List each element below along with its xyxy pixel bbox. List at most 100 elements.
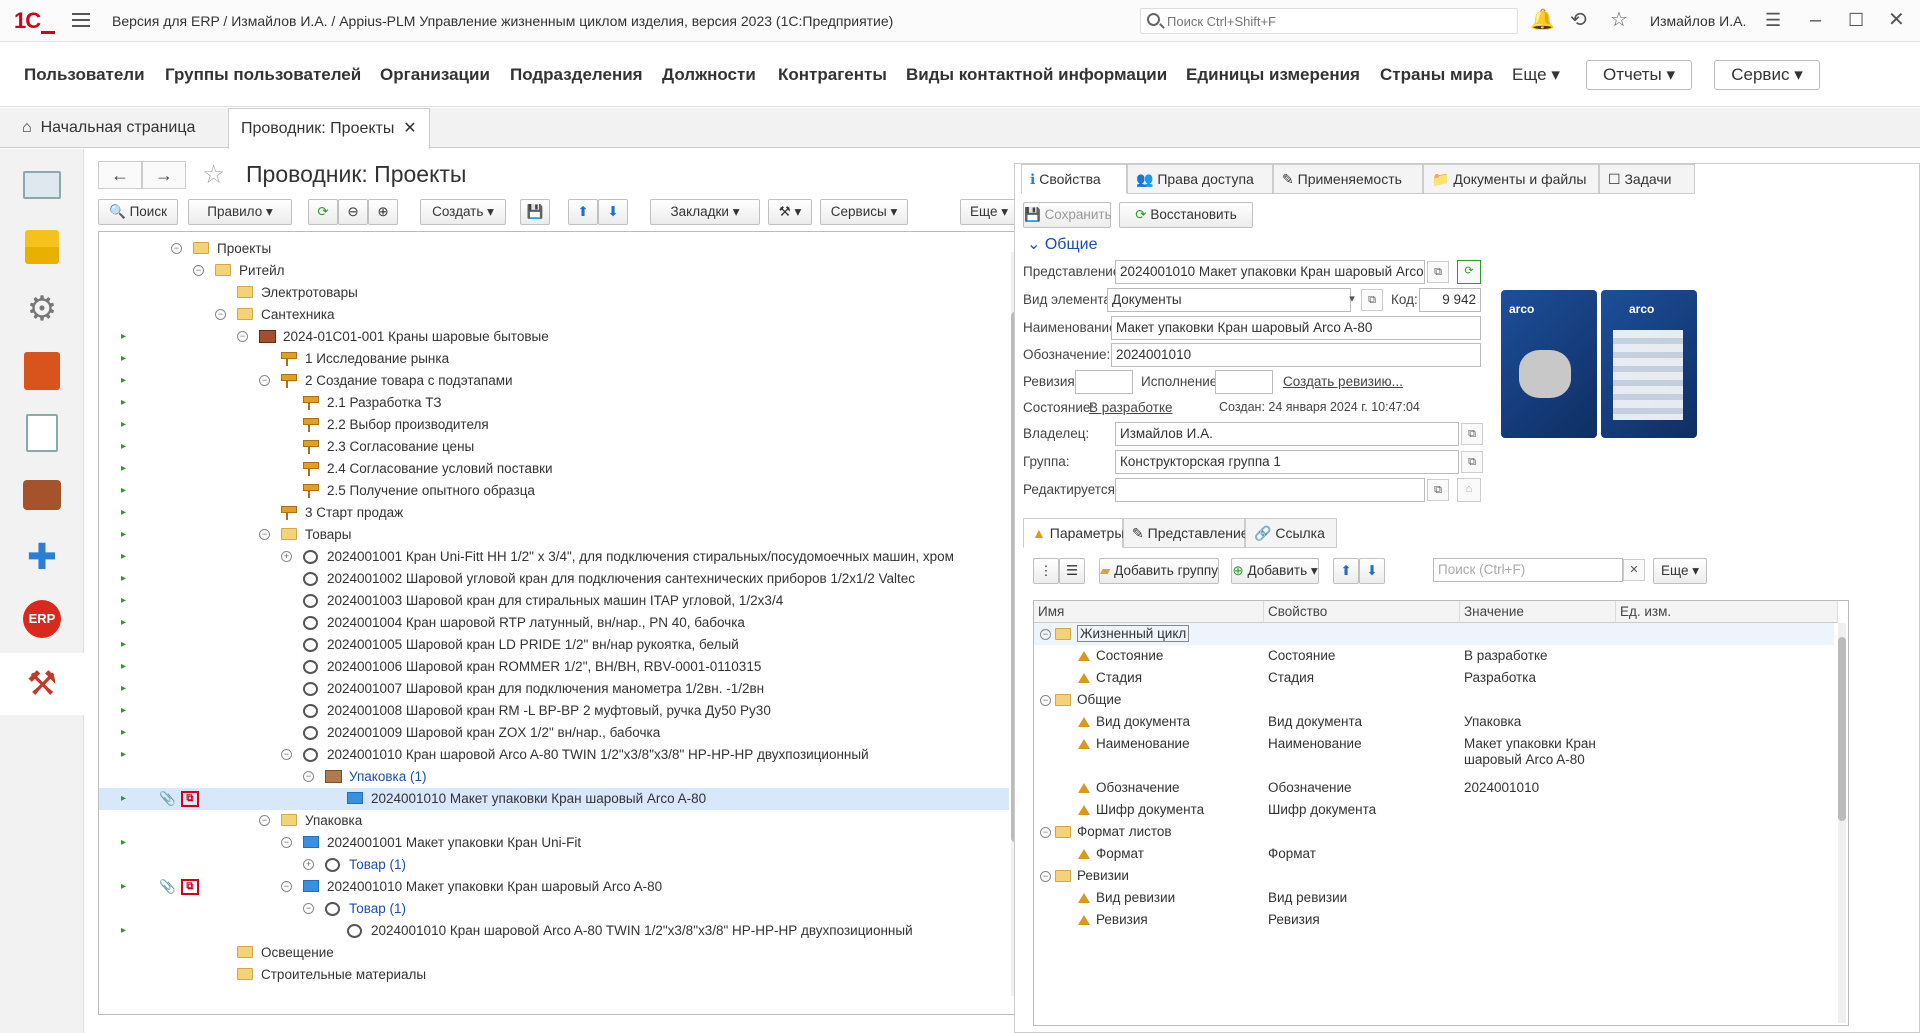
expander-icon[interactable]: − — [171, 243, 182, 254]
tree-row[interactable]: − Проекты — [99, 238, 1009, 260]
refresh-repr-icon[interactable]: ⟳ — [1457, 260, 1481, 284]
grid-row[interactable]: Стадия Стадия Разработка — [1034, 667, 1834, 689]
row-arrow-icon[interactable]: ▸ — [121, 502, 126, 524]
expander-icon[interactable]: − — [281, 749, 292, 760]
gears-icon[interactable]: ⚙ — [14, 281, 70, 337]
row-arrow-icon[interactable]: ▸ — [121, 678, 126, 700]
tree-row[interactable]: ▸ 2024001006 Шаровой кран ROMMER 1/2", ВН… — [99, 656, 1009, 678]
expander-icon[interactable]: − — [1040, 870, 1051, 882]
row-arrow-icon[interactable]: ▸ — [121, 568, 126, 590]
tools-button[interactable]: ⚒ ▾ — [768, 199, 812, 225]
puzzle-icon[interactable]: ✚ — [14, 529, 70, 585]
col-value[interactable]: Значение — [1460, 601, 1616, 623]
row-arrow-icon[interactable]: ▸ — [121, 392, 126, 414]
tree-row[interactable]: Электротовары — [99, 282, 1009, 304]
tree-row[interactable]: ▸ 2024001002 Шаровой угловой кран для под… — [99, 568, 1009, 590]
row-arrow-icon[interactable]: ▸ — [121, 370, 126, 392]
grid-row[interactable]: Состояние Состояние В разработке — [1034, 645, 1834, 667]
tree-row[interactable]: ▸ 2024001009 Шаровой кран ZOX 1/2" вн/нар… — [99, 722, 1009, 744]
revision-field[interactable] — [1075, 370, 1133, 394]
zoom-out-icon[interactable]: ⊖ — [338, 199, 368, 225]
group-open-icon[interactable]: ⧉ — [1461, 451, 1483, 473]
row-arrow-icon[interactable]: ▸ — [121, 612, 126, 634]
tab-representation[interactable]: ✎ Представление — [1123, 518, 1249, 548]
services-button[interactable]: Сервисы ▾ — [820, 199, 908, 225]
tree-row[interactable]: ▸ − 2024001001 Макет упаковки Кран Uni-Fit — [99, 832, 1009, 854]
tree-row[interactable]: ▸ 2024001003 Шаровой кран для стиральных … — [99, 590, 1009, 612]
grid-row[interactable]: Обозначение Обозначение 2024001010 — [1034, 777, 1834, 799]
history-icon[interactable]: ⟲ — [1570, 9, 1587, 31]
reports-button[interactable]: Отчеты ▾ — [1586, 60, 1692, 90]
grid-search-input[interactable]: Поиск (Ctrl+F) — [1433, 558, 1623, 582]
pdf-icon[interactable]: ⧉ — [181, 791, 199, 807]
current-user[interactable]: Измайлов И.А. — [1650, 13, 1746, 29]
search-button[interactable]: 🔍 Поиск — [98, 199, 178, 225]
owner-open-icon[interactable]: ⧉ — [1461, 423, 1483, 445]
rule-button[interactable]: Правило ▾ — [188, 199, 292, 225]
row-arrow-icon[interactable]: ▸ — [121, 590, 126, 612]
row-arrow-icon[interactable]: ▸ — [121, 788, 126, 810]
move-up-icon[interactable]: ⬆ — [568, 199, 598, 225]
tree-row[interactable]: ▸ − 2 Создание товара с подэтапами — [99, 370, 1009, 392]
more-button[interactable]: Еще ▾ — [960, 199, 1018, 225]
service-button[interactable]: Сервис ▾ — [1714, 60, 1820, 90]
global-search-input[interactable] — [1167, 12, 1497, 30]
param-value[interactable]: В разработке — [1464, 648, 1548, 664]
bell-icon[interactable]: 🔔 — [1530, 9, 1555, 31]
row-arrow-icon[interactable]: ▸ — [121, 656, 126, 678]
kind-dropdown-icon[interactable]: ▾ — [1341, 289, 1363, 311]
param-value[interactable]: Разработка — [1464, 670, 1536, 686]
expander-icon[interactable]: − — [259, 815, 270, 826]
tab-tasks[interactable]: ☐ Задачи — [1599, 164, 1695, 194]
grid-row[interactable]: − Общие — [1034, 689, 1834, 711]
settings-lines-icon[interactable]: ☰ — [1765, 9, 1781, 31]
param-value[interactable]: Упаковка — [1464, 714, 1521, 730]
menu-countries[interactable]: Страны мира — [1380, 65, 1493, 85]
param-value[interactable]: Макет упаковки Кран — [1464, 736, 1596, 752]
tree-row[interactable]: ▸ − Товары — [99, 524, 1009, 546]
row-arrow-icon[interactable]: ▸ — [121, 722, 126, 744]
tree-row[interactable]: ▸ 2.5 Получение опытного образца — [99, 480, 1009, 502]
designation-field[interactable]: 2024001010 — [1111, 343, 1481, 367]
star-icon[interactable]: ☆ — [1610, 9, 1628, 31]
copy-icon[interactable]: ⧉ — [1427, 261, 1449, 283]
create-button[interactable]: Создать ▾ — [420, 199, 506, 225]
grid-row[interactable]: Ревизия Ревизия — [1034, 909, 1834, 931]
expander-icon[interactable]: − — [1040, 826, 1051, 838]
clear-search-icon[interactable]: ✕ — [1623, 559, 1645, 581]
tree-row[interactable]: ▸ 2024001010 Кран шаровой Arco A-80 TWIN … — [99, 920, 1009, 942]
menu-units[interactable]: Единицы измерения — [1186, 65, 1360, 85]
tree-row[interactable]: ▸ 1 Исследование рынка — [99, 348, 1009, 370]
grid-scrollbar[interactable] — [1838, 623, 1846, 1023]
forward-button[interactable]: → — [142, 161, 186, 189]
code-field[interactable]: 9 942 — [1419, 288, 1481, 312]
grid-row[interactable]: Вид документа Вид документа Упаковка — [1034, 711, 1834, 733]
tree-row[interactable]: − Ритейл — [99, 260, 1009, 282]
pdf-icon[interactable]: ⧉ — [181, 879, 199, 895]
tree-row[interactable]: ▸ 2024001004 Кран шаровой RTP латунный, в… — [99, 612, 1009, 634]
editing-open-icon[interactable]: ⧉ — [1427, 479, 1449, 501]
tree-row[interactable]: − Сантехника — [99, 304, 1009, 326]
tree-row[interactable]: ▸ 2.3 Согласование цены — [99, 436, 1009, 458]
tree-row[interactable]: ▸ 📎 ⧉ − 2024001010 Макет упаковки Кран шаров… — [99, 876, 1009, 898]
global-search[interactable] — [1140, 8, 1518, 34]
tree-row[interactable]: ▸ 2.1 Разработка ТЗ — [99, 392, 1009, 414]
tree-row[interactable]: Освещение — [99, 942, 1009, 964]
tree-row[interactable]: ▸ 3 Старт продаж — [99, 502, 1009, 524]
menu-counterparties[interactable]: Контрагенты — [778, 65, 887, 85]
editing-field[interactable] — [1115, 478, 1425, 502]
save-disk-icon[interactable]: 💾 — [520, 199, 550, 225]
tree-row[interactable]: − Товар (1) — [99, 898, 1009, 920]
tab-parameters[interactable]: ▲ Параметры — [1023, 518, 1124, 548]
row-arrow-icon[interactable]: ▸ — [121, 326, 126, 348]
list-view-icon[interactable]: ☰ — [1059, 558, 1085, 584]
tree-row[interactable]: ▸ 📎 ⧉ 2024001010 Макет упаковки Кран шаровы… — [99, 788, 1009, 810]
kind-open-icon[interactable]: ⧉ — [1361, 289, 1383, 311]
binders-icon[interactable] — [14, 343, 70, 399]
grid-down-icon[interactable]: ⬇ — [1359, 558, 1385, 584]
favorite-star-icon[interactable]: ☆ — [202, 159, 225, 190]
row-arrow-icon[interactable]: ▸ — [121, 920, 126, 942]
expander-icon[interactable]: − — [303, 771, 314, 782]
row-arrow-icon[interactable]: ▸ — [121, 876, 126, 898]
tree-row[interactable]: ▸ 2.2 Выбор производителя — [99, 414, 1009, 436]
